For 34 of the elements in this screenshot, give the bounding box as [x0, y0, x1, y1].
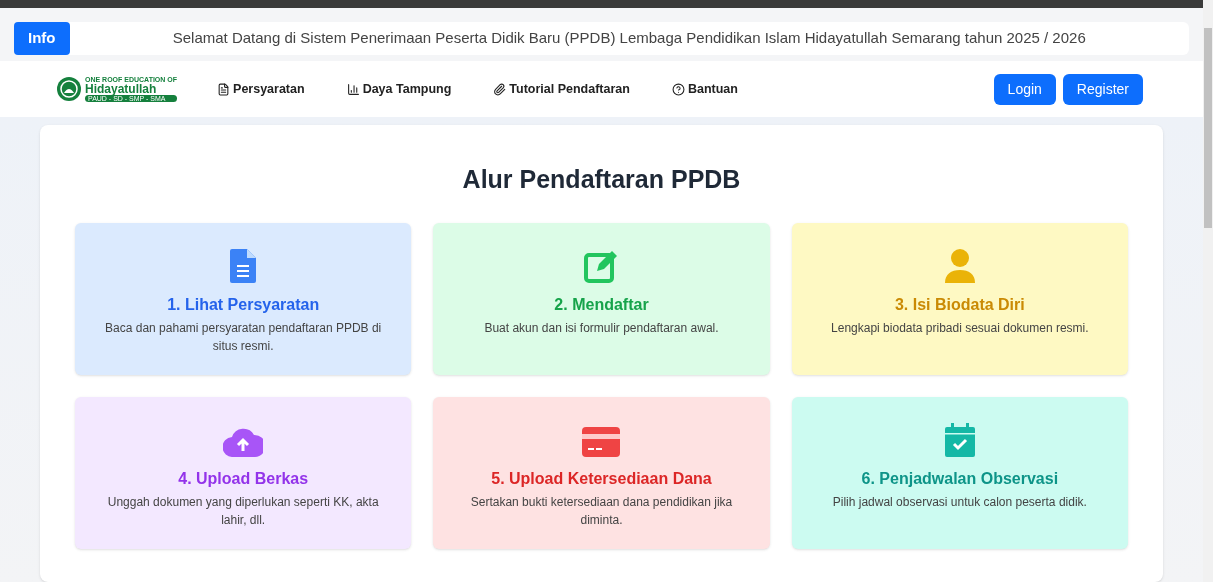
scrollbar-thumb[interactable] — [1204, 28, 1212, 228]
edit-icon — [584, 248, 619, 283]
step-title: 1. Lihat Persyaratan — [167, 294, 320, 315]
calendar-check-icon — [944, 422, 975, 457]
page-title: Alur Pendaftaran PPDB — [461, 164, 742, 195]
nav-link[interactable]: Tutorial Pendaftaran — [493, 79, 630, 99]
file-icon — [217, 82, 231, 96]
step-description: Lengkapi biodata pribadi sesuai dokumen resmi. — [831, 319, 1089, 337]
step-description: Unggah dokumen yang diperlukan seperti KK, akta lahir, dll. — [106, 493, 380, 529]
step-description: Sertakan bukti ketersediaan dana pendidikan jika diminta. — [469, 493, 734, 529]
step-description: Buat akun dan isi formulir pendaftaran awal. — [484, 319, 719, 337]
user-icon — [944, 248, 975, 283]
bar-chart-icon — [346, 82, 360, 96]
logo-emblem-icon — [56, 76, 82, 102]
info-badge: Info — [14, 22, 70, 55]
credit-card-icon — [582, 426, 621, 457]
paperclip-icon — [493, 82, 507, 96]
step-title: 5. Upload Ketersediaan Dana — [491, 468, 712, 489]
step-title: 2. Mendaftar — [554, 294, 649, 315]
login-button[interactable]: Login — [993, 73, 1056, 105]
step-description: Pilih jadwal observasi untuk calon peserta didik. — [832, 493, 1087, 511]
cloud-upload-icon — [223, 426, 264, 457]
register-button[interactable]: Register — [1062, 73, 1143, 105]
step-description: Baca dan pahami persyaratan pendaftaran PPDB di situs resmi. — [104, 319, 383, 355]
nav-link[interactable]: Persyaratan — [217, 79, 305, 99]
step-title: 4. Upload Berkas — [178, 468, 309, 489]
document-icon — [230, 248, 257, 283]
nav-link[interactable]: Bantuan — [671, 79, 738, 99]
help-icon — [671, 82, 685, 96]
step-title: 6. Penjadwalan Observasi — [861, 468, 1059, 489]
welcome-marquee: Selamat Datang di Sistem Penerimaan Peserta Didik Baru (PPDB) Lembaga Pendidikan Islam Hidayatullah Semarang tahun 2025 / 2026 — [171, 28, 1087, 49]
step-title: 3. Isi Biodata Diri — [894, 294, 1025, 315]
logo-name: Hidayatullah — [85, 83, 157, 95]
nav-link[interactable]: Daya Tampung — [346, 79, 452, 99]
